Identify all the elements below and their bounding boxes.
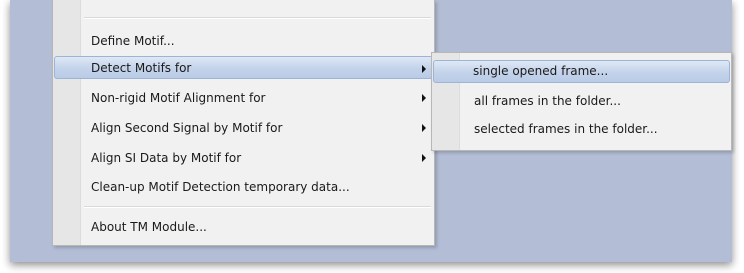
submenu-item-selected-frames[interactable]: selected frames in the folder... (434, 118, 729, 141)
menu-item-align-si-data[interactable]: Align SI Data by Motif for (55, 146, 432, 169)
menu-item-cleanup-detection[interactable]: Clean-up Motif Detection temporary data.… (55, 175, 432, 198)
menu-item-align-second-signal[interactable]: Align Second Signal by Motif for (55, 116, 432, 139)
submenu-arrow-icon (422, 154, 426, 162)
submenu-item-label: all frames in the folder... (474, 94, 621, 108)
submenu-arrow-icon (422, 65, 426, 73)
submenu-arrow-icon (422, 124, 426, 132)
menu-item-label: Non-rigid Motif Alignment for (91, 90, 266, 105)
menu-item-label: About TM Module... (91, 219, 207, 234)
menu-item-label: Align Second Signal by Motif for (91, 120, 283, 135)
menu-item-non-rigid-alignment[interactable]: Non-rigid Motif Alignment for (55, 86, 432, 109)
menu-item-label: Define Motif... (91, 33, 175, 48)
submenu-item-all-frames[interactable]: all frames in the folder... (434, 90, 729, 113)
submenu-arrow-icon (422, 94, 426, 102)
detect-motifs-submenu: single opened frame... all frames in the… (431, 52, 732, 151)
menu-item-define-motif[interactable]: Define Motif... (55, 29, 432, 52)
menu-item-about-tm-module[interactable]: About TM Module... (55, 215, 432, 238)
submenu-item-label: single opened frame... (473, 64, 609, 78)
menu-item-detect-motifs[interactable]: Detect Motifs for (54, 56, 433, 79)
menu-item-label: Clean-up Motif Detection temporary data.… (91, 179, 350, 194)
context-menu: Define Motif... Detect Motifs for Non-ri… (52, 0, 435, 246)
menu-item-label: Align SI Data by Motif for (91, 150, 242, 165)
submenu-item-label: selected frames in the folder... (474, 122, 658, 136)
menu-separator (84, 17, 431, 19)
menu-item-label: Detect Motifs for (91, 60, 192, 75)
submenu-item-single-opened-frame[interactable]: single opened frame... (433, 60, 730, 83)
menu-separator (84, 206, 431, 208)
